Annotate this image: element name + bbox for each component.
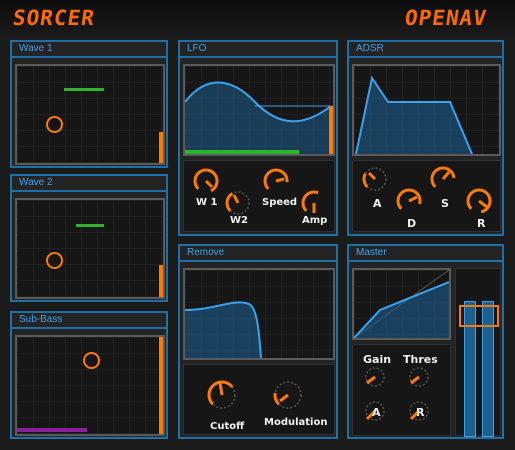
remove-controls: Cutoff Modulation — [183, 364, 335, 435]
cutoff-knob[interactable] — [206, 379, 240, 413]
lfo-waveform — [185, 81, 332, 154]
modulation-label: Modulation — [264, 417, 328, 428]
lfo-level-bar — [329, 106, 333, 154]
wave1-handle[interactable] — [46, 116, 63, 133]
adsr-envelope-display[interactable] — [352, 64, 501, 156]
master-controls: Gain Thres A R — [352, 344, 451, 436]
modulation-knob[interactable] — [272, 379, 306, 413]
openav-logo: OPENAV — [403, 6, 489, 30]
adsr-envelope — [355, 75, 473, 154]
release-knob[interactable] — [465, 187, 495, 217]
adsr-panel: ADSR A D S R — [347, 40, 504, 236]
subbass-xy-pad[interactable] — [15, 335, 165, 436]
wave2-title: Wave 2 — [12, 176, 166, 192]
amp-label: Amp — [302, 215, 328, 226]
subbass-handle[interactable] — [83, 352, 100, 369]
compressor-curve — [354, 270, 449, 338]
sorcer-logo: SORCER — [11, 6, 97, 30]
master-panel: Master Gain Thres A R — [347, 244, 504, 439]
subbass-level-bar — [159, 337, 163, 434]
subbass-panel: Sub-Bass — [10, 311, 168, 439]
wave1-green-bar — [64, 88, 104, 91]
subbass-title: Sub-Bass — [12, 313, 166, 329]
cutoff-label: Cutoff — [210, 421, 245, 432]
compressor-display — [352, 268, 451, 340]
wave1-level-bar — [159, 132, 163, 163]
sustain-label: S — [441, 197, 449, 210]
subbass-purple-bar — [17, 428, 87, 432]
master-title: Master — [349, 246, 502, 262]
release-label: R — [477, 217, 486, 230]
w1-knob[interactable] — [192, 167, 222, 197]
remove-title: Remove — [180, 246, 336, 262]
speed-knob[interactable] — [262, 167, 292, 197]
master-meter-area — [455, 268, 501, 437]
remove-panel: Remove Cutoff Modulation — [178, 244, 338, 439]
lfo-panel: LFO W 1 W2 Speed Amp — [178, 40, 338, 236]
attack-label: A — [373, 197, 382, 210]
wave2-panel: Wave 2 — [10, 174, 168, 302]
gain-knob[interactable] — [363, 365, 389, 391]
master-attack-label: A — [372, 406, 381, 419]
lfo-title: LFO — [180, 42, 336, 58]
wave2-handle[interactable] — [46, 252, 63, 269]
sustain-knob[interactable] — [429, 165, 459, 195]
decay-label: D — [407, 217, 417, 230]
adsr-controls: A D S R — [352, 160, 501, 232]
wave1-panel: Wave 1 — [10, 40, 168, 168]
wave1-xy-pad[interactable] — [15, 64, 165, 165]
decay-knob[interactable] — [395, 187, 425, 217]
lfo-green-bar — [185, 150, 299, 154]
app-header: SORCER OPENAV — [0, 0, 515, 38]
attack-knob[interactable] — [361, 165, 391, 195]
wave2-xy-pad[interactable] — [15, 198, 165, 299]
adsr-title: ADSR — [349, 42, 502, 58]
speed-label: Speed — [262, 197, 298, 208]
filter-curve — [185, 301, 262, 358]
wave2-green-bar — [76, 224, 104, 227]
wave1-title: Wave 1 — [12, 42, 166, 58]
wave2-level-bar — [159, 265, 163, 297]
w1-label: W 1 — [196, 197, 218, 208]
lfo-display — [183, 64, 335, 156]
remove-filter-display[interactable] — [183, 268, 335, 360]
w2-label: W2 — [230, 215, 248, 226]
master-volume-fader[interactable] — [459, 305, 499, 327]
thres-knob[interactable] — [407, 365, 433, 391]
master-release-label: R — [416, 406, 425, 419]
lfo-controls: W 1 W2 Speed Amp — [183, 160, 335, 232]
